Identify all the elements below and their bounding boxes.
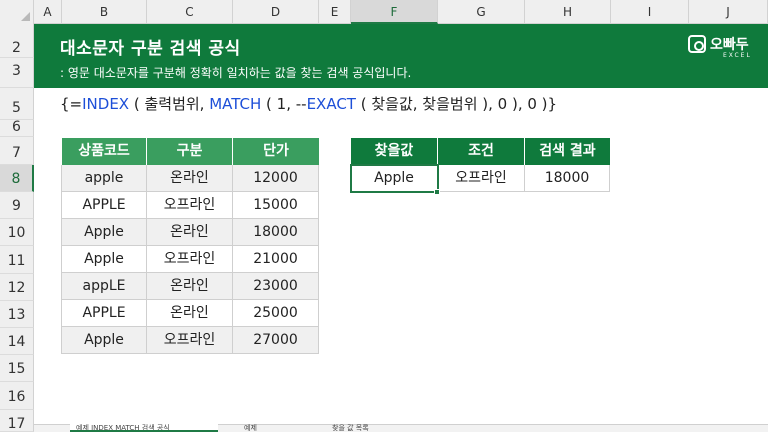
search-header-value[interactable]: 찾을값 (351, 138, 438, 165)
formula-open: {= (60, 95, 83, 113)
product-header-type[interactable]: 구분 (147, 138, 233, 165)
column-header-g[interactable]: G (438, 0, 525, 24)
row-header-15[interactable]: 15 (0, 355, 34, 382)
product-cell[interactable]: 온라인 (147, 165, 233, 192)
row-header-10[interactable]: 10 (0, 219, 34, 246)
product-cell[interactable]: 오프라인 (147, 327, 233, 354)
page-title: 대소문자 구분 검색 공식 (60, 39, 241, 59)
product-cell[interactable]: 27000 (233, 327, 319, 354)
logo-subtext: EXCEL (723, 52, 752, 59)
column-header-c[interactable]: C (147, 0, 233, 24)
formula-part-3: ( 찾을값, 찾을범위 ), 0 ), 0 )} (355, 95, 558, 113)
column-header-i[interactable]: I (611, 0, 689, 24)
search-condition-cell[interactable]: 오프라인 (438, 165, 525, 192)
sheet-tab-active[interactable]: 예제 INDEX MATCH 검색 공식 (70, 424, 218, 432)
sheet-tab[interactable]: 찾을 값 목록 (320, 424, 410, 432)
row-header-2[interactable]: 2 (0, 24, 34, 58)
row-header-17[interactable]: 17 (0, 410, 34, 432)
formula-index-fn: INDEX (82, 95, 130, 113)
formula-match-fn: MATCH (209, 95, 262, 113)
product-cell[interactable]: 21000 (233, 246, 319, 273)
column-header-b[interactable]: B (62, 0, 147, 24)
column-header-j[interactable]: J (689, 0, 768, 24)
product-header-price[interactable]: 단가 (233, 138, 319, 165)
search-header-result[interactable]: 검색 결과 (525, 138, 610, 165)
product-cell[interactable]: 23000 (233, 273, 319, 300)
product-cell[interactable]: 온라인 (147, 300, 233, 327)
product-cell[interactable]: APPLE (61, 192, 147, 219)
search-header-condition[interactable]: 조건 (438, 138, 525, 165)
product-cell[interactable]: 18000 (233, 219, 319, 246)
product-header-code[interactable]: 상품코드 (62, 138, 147, 165)
formula-text: {=INDEX ( 출력범위, MATCH ( 1, --EXACT ( 찾을값… (60, 93, 557, 114)
formula-part-2: ( 1, -- (261, 95, 307, 113)
row-header-8[interactable]: 8 (0, 165, 34, 192)
logo-text: 오빠두 (710, 37, 749, 53)
column-header-a[interactable]: A (34, 0, 62, 24)
product-cell[interactable]: Apple (61, 327, 147, 354)
product-cell[interactable]: apple (61, 165, 147, 192)
product-cell[interactable]: APPLE (61, 300, 147, 327)
row-header-9[interactable]: 9 (0, 192, 34, 219)
formula-exact-fn: EXACT (306, 95, 356, 113)
active-cell-selection[interactable] (350, 164, 439, 193)
formula-part-1: ( 출력범위, (129, 95, 210, 113)
row-header-5[interactable]: 5 (0, 88, 34, 120)
row-header-16[interactable]: 16 (0, 382, 34, 410)
fill-handle[interactable] (434, 189, 440, 195)
row-header-13[interactable]: 13 (0, 301, 34, 328)
row-header-12[interactable]: 12 (0, 274, 34, 301)
column-header-e[interactable]: E (319, 0, 351, 24)
column-header-d[interactable]: D (233, 0, 319, 24)
product-cell[interactable]: appLE (61, 273, 147, 300)
row-header-3[interactable]: 3 (0, 58, 34, 88)
product-cell[interactable]: 25000 (233, 300, 319, 327)
row-header-6[interactable]: 6 (0, 120, 34, 137)
product-cell[interactable]: 오프라인 (147, 192, 233, 219)
product-cell[interactable]: 온라인 (147, 273, 233, 300)
product-cell[interactable]: 12000 (233, 165, 319, 192)
product-cell[interactable]: Apple (61, 219, 147, 246)
product-cell[interactable]: Apple (61, 246, 147, 273)
page-subtitle: : 영문 대소문자를 구분해 정확히 일치하는 값을 찾는 검색 공식입니다. (60, 66, 412, 80)
select-all-corner[interactable] (0, 0, 34, 24)
row-header-11[interactable]: 11 (0, 246, 34, 274)
product-cell[interactable]: 15000 (233, 192, 319, 219)
product-cell[interactable]: 온라인 (147, 219, 233, 246)
logo-icon (688, 35, 706, 53)
sheet-tab[interactable]: 예제 (228, 424, 308, 432)
brand-logo: 오빠두 EXCEL (688, 34, 758, 60)
row-header-7[interactable]: 7 (0, 137, 34, 165)
row-header-14[interactable]: 14 (0, 328, 34, 355)
product-cell[interactable]: 오프라인 (147, 246, 233, 273)
search-result-cell[interactable]: 18000 (525, 165, 610, 192)
column-header-f[interactable]: F (351, 0, 438, 24)
column-header-h[interactable]: H (525, 0, 611, 24)
